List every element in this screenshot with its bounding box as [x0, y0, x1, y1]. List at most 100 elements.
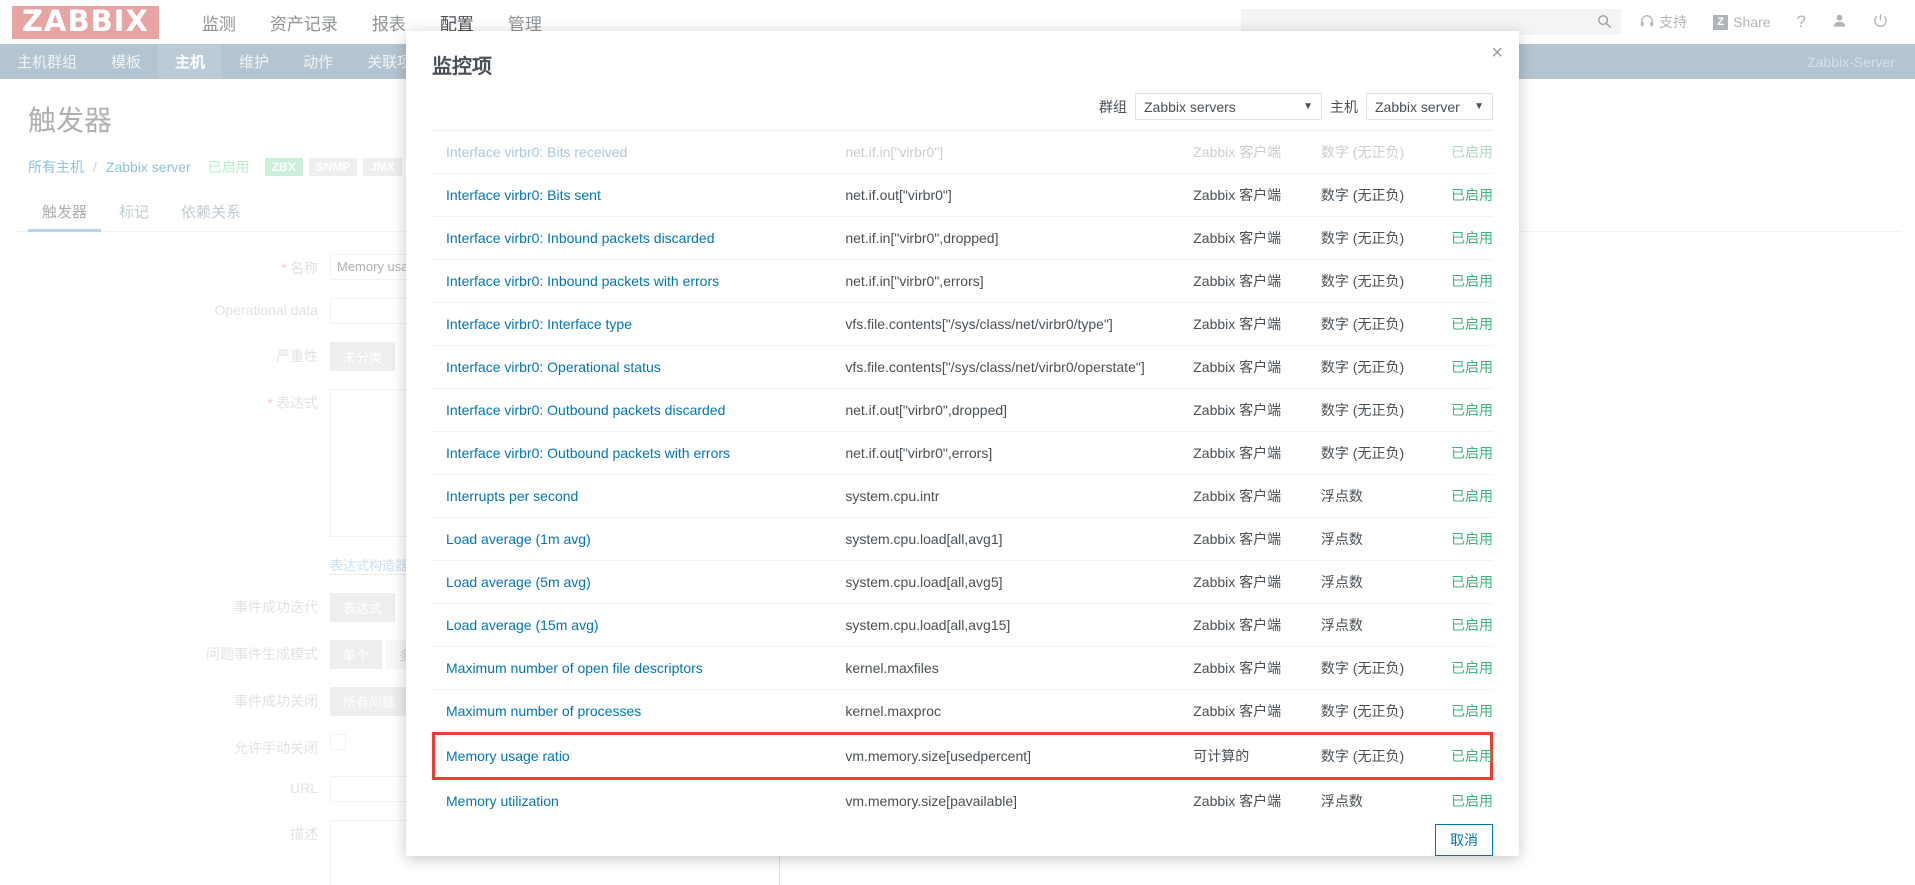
item-key: vm.memory.size[pavailable] — [845, 793, 1018, 809]
cancel-button[interactable]: 取消 — [1435, 824, 1493, 856]
item-value-type: 浮点数 — [1320, 531, 1363, 547]
help-button[interactable]: ? — [1784, 0, 1819, 44]
table-row[interactable]: Maximum number of processes kernel.maxpro… — [432, 690, 1493, 734]
item-value-type: 浮点数 — [1320, 617, 1363, 633]
tab-0[interactable]: 触发器 — [28, 191, 102, 232]
item-key: kernel.maxproc — [845, 703, 942, 719]
item-name-link[interactable]: Memory utilization — [446, 793, 559, 809]
problem-generation-label: 问题事件生成模式 — [206, 646, 318, 662]
item-status: 已启用 — [1451, 445, 1493, 461]
item-key: system.cpu.intr — [845, 488, 940, 504]
item-key: net.if.out["virbr0"] — [845, 187, 952, 203]
close-all-problems-button[interactable]: 所有问题 — [330, 687, 409, 716]
item-name-link[interactable]: Interface virbr0: Bits sent — [446, 187, 601, 203]
table-row[interactable]: Interface virbr0: Operational status vfs.… — [432, 346, 1493, 389]
item-name-link[interactable]: Interface virbr0: Outbound packets with … — [446, 445, 730, 461]
breadcrumb-separator: / — [93, 159, 97, 175]
table-row[interactable]: Load average (1m avg) system.cpu.load[all… — [432, 518, 1493, 561]
item-value-type: 数字 (无正负) — [1320, 144, 1405, 160]
zabbix-logo[interactable]: ZABBIX — [12, 5, 159, 39]
item-status: 已启用 — [1451, 488, 1493, 504]
breadcrumb-all-hosts[interactable]: 所有主机 — [28, 157, 84, 177]
recovery-expression-button[interactable]: 表达式 — [330, 593, 396, 622]
items-modal: 监控项 × 群组 Zabbix servers ▼ 主机 Zabbix serv… — [406, 31, 1519, 856]
item-name-link[interactable]: Interface virbr0: Inbound packets with e… — [446, 273, 719, 289]
item-name-link[interactable]: Interface virbr0: Operational status — [446, 359, 661, 375]
item-name-link[interactable]: Maximum number of processes — [446, 703, 641, 719]
item-type: Zabbix 客户端 — [1193, 144, 1282, 160]
table-row[interactable]: Interface virbr0: Inbound packets with e… — [432, 260, 1493, 303]
severity-not-classified-button[interactable]: 未分类 — [330, 342, 396, 371]
recovery-label: 事件成功迭代 — [234, 599, 318, 615]
expression-builder-link[interactable]: 表达式构造器 — [330, 555, 409, 575]
group-select-value: Zabbix servers — [1144, 98, 1236, 115]
problem-generation-single-button[interactable]: 单个 — [330, 640, 383, 669]
signout-button[interactable] — [1860, 0, 1901, 44]
table-row[interactable]: Interface virbr0: Inbound packets discar… — [432, 217, 1493, 260]
item-value-type: 浮点数 — [1320, 488, 1363, 504]
subnav-item-2[interactable]: 主机 — [158, 44, 223, 79]
item-name-link[interactable]: Interrupts per second — [446, 488, 578, 504]
item-name-link[interactable]: Load average (5m avg) — [446, 574, 591, 590]
subnav-item-3[interactable]: 维护 — [222, 44, 286, 79]
manual-close-checkbox[interactable] — [330, 734, 346, 750]
item-status: 已启用 — [1451, 359, 1493, 375]
breadcrumb-host[interactable]: Zabbix server — [106, 159, 191, 175]
item-key: vm.memory.size[usedpercent] — [845, 748, 1032, 764]
item-key: net.if.out["virbr0",dropped] — [845, 402, 1008, 418]
table-row[interactable]: Interface virbr0: Bits received net.if.in… — [432, 131, 1493, 174]
table-row[interactable]: Interface virbr0: Interface type vfs.file… — [432, 303, 1493, 346]
tab-2[interactable]: 依赖关系 — [167, 191, 255, 231]
table-row[interactable]: Maximum number of open file descriptors k… — [432, 647, 1493, 690]
server-name-label: Zabbix-Server — [1807, 53, 1895, 70]
item-key: system.cpu.load[all,avg1] — [845, 531, 1003, 547]
table-row[interactable]: Interrupts per second system.cpu.intr Zabb… — [432, 475, 1493, 518]
table-row[interactable]: Load average (5m avg) system.cpu.load[all… — [432, 561, 1493, 604]
item-name-link[interactable]: Interface virbr0: Inbound packets discar… — [446, 230, 715, 246]
item-name-link[interactable]: Interface virbr0: Outbound packets disca… — [446, 402, 725, 418]
table-row[interactable]: Interface virbr0: Outbound packets disca… — [432, 389, 1493, 432]
modal-footer: 取消 — [406, 810, 1519, 856]
subnav-item-1[interactable]: 模板 — [94, 44, 158, 79]
power-icon — [1873, 13, 1888, 31]
item-name-link[interactable]: Load average (1m avg) — [446, 531, 591, 547]
item-value-type: 数字 (无正负) — [1320, 703, 1405, 719]
item-name-link[interactable]: Interface virbr0: Interface type — [446, 316, 632, 332]
support-button[interactable]: 支持 — [1627, 0, 1700, 44]
item-type: Zabbix 客户端 — [1193, 273, 1282, 289]
modal-filter-bar: 群组 Zabbix servers ▼ 主机 Zabbix server ▼ — [406, 93, 1519, 130]
item-value-type: 数字 (无正负) — [1320, 316, 1405, 332]
table-row[interactable]: Interface virbr0: Bits sent net.if.out["v… — [432, 174, 1493, 217]
item-status: 已启用 — [1451, 402, 1493, 418]
table-row[interactable]: Load average (15m avg) system.cpu.load[al… — [432, 604, 1493, 647]
subnav-item-4[interactable]: 动作 — [286, 44, 350, 79]
table-row[interactable]: Memory utilization vm.memory.size[pavaila… — [432, 779, 1493, 811]
group-select[interactable]: Zabbix servers ▼ — [1135, 93, 1322, 120]
item-name-link[interactable]: Maximum number of open file descriptors — [446, 660, 703, 676]
item-status: 已启用 — [1451, 617, 1493, 633]
item-status: 已启用 — [1451, 187, 1493, 203]
host-select[interactable]: Zabbix server ▼ — [1366, 93, 1493, 120]
name-label: * 名称 — [281, 260, 318, 276]
table-row[interactable]: Memory usage ratio vm.memory.size[usedper… — [432, 733, 1493, 779]
user-profile-button[interactable] — [1819, 0, 1860, 44]
support-label: 支持 — [1659, 14, 1688, 30]
subnav-item-0[interactable]: 主机群组 — [0, 44, 94, 79]
nav-item-0[interactable]: 监测 — [185, 0, 253, 44]
close-icon[interactable]: × — [1491, 43, 1503, 63]
table-row[interactable]: Interface virbr0: Outbound packets with … — [432, 432, 1493, 475]
item-name-link[interactable]: Load average (15m avg) — [446, 617, 599, 633]
item-type: Zabbix 客户端 — [1193, 488, 1282, 504]
item-type: Zabbix 客户端 — [1193, 703, 1282, 719]
item-name-link[interactable]: Interface virbr0: Bits received — [446, 144, 627, 160]
item-value-type: 数字 (无正负) — [1320, 273, 1405, 289]
item-type: Zabbix 客户端 — [1193, 445, 1282, 461]
tab-1[interactable]: 标记 — [105, 191, 163, 231]
nav-item-1[interactable]: 资产记录 — [253, 0, 355, 44]
share-button[interactable]: Z Share — [1700, 0, 1783, 44]
search-icon[interactable] — [1597, 14, 1612, 34]
item-status: 已启用 — [1451, 748, 1493, 764]
item-name-link[interactable]: Memory usage ratio — [446, 748, 570, 764]
item-status: 已启用 — [1451, 793, 1493, 809]
item-type: Zabbix 客户端 — [1193, 574, 1282, 590]
